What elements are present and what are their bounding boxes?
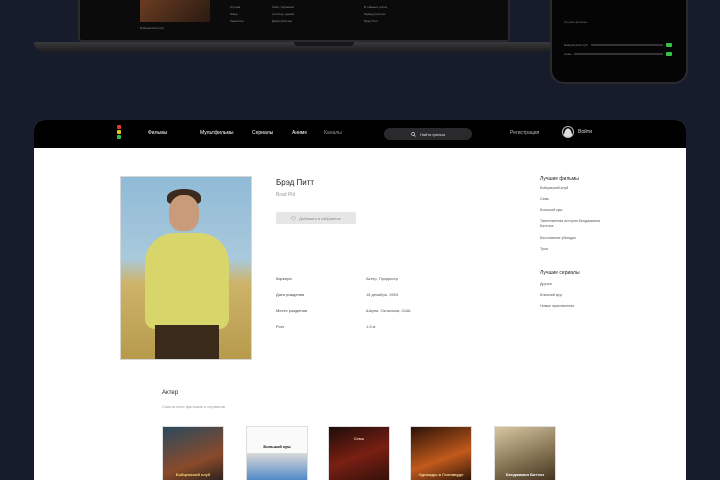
photo-shirt bbox=[145, 233, 229, 329]
best-series-link[interactable]: Новые приключения bbox=[540, 304, 610, 309]
phone-preview-row-label: Бойцовский клуб bbox=[564, 43, 588, 47]
phone-preview-row-bar bbox=[590, 44, 663, 46]
phone-preview-row-chip bbox=[666, 43, 672, 47]
phone-preview-row: Бойцовский клуб bbox=[564, 42, 672, 48]
logo-red-block bbox=[117, 125, 121, 129]
logo-yellow-block bbox=[117, 130, 121, 134]
laptop-preview-poster bbox=[140, 0, 210, 22]
film-poster[interactable]: Бенджамин Баттон bbox=[494, 426, 556, 480]
phone-preview-title: Лучшие фильмы bbox=[564, 20, 588, 24]
film-poster-title: Большой куш bbox=[263, 444, 291, 449]
best-series-link[interactable]: Друзья bbox=[540, 282, 610, 287]
main-window: Фильмы Мультфильмы Сериалы Аниме Каналы … bbox=[34, 120, 686, 480]
film-poster[interactable]: Большой куш bbox=[246, 426, 308, 480]
logo-green-block bbox=[117, 135, 121, 139]
best-film-link[interactable]: Семь bbox=[540, 197, 610, 202]
best-film-link[interactable]: Бесславные ублюдки bbox=[540, 236, 610, 241]
user-icon bbox=[562, 126, 574, 138]
laptop-preview-text: Жанр bbox=[230, 12, 238, 16]
detail-value: Шауни, Оклахома, США bbox=[366, 308, 411, 313]
best-series-title: Лучшие сериалы bbox=[540, 270, 580, 276]
photo-pants bbox=[155, 325, 219, 359]
nav-item-series[interactable]: Сериалы bbox=[252, 130, 273, 136]
best-film-link[interactable]: Бойцовский клуб bbox=[540, 186, 610, 191]
laptop-preview-col: В главных ролях Эдвард Нортон Брэд Питт bbox=[364, 4, 387, 25]
laptop-preview-text: Страна bbox=[230, 5, 241, 9]
filmography-subtitle: Список всех фильмов и сериалов bbox=[162, 404, 225, 409]
film-poster[interactable]: Бойцовский клуб bbox=[162, 426, 224, 480]
nav-item-anime[interactable]: Аниме bbox=[292, 130, 307, 136]
best-films-title: Лучшие фильмы bbox=[540, 176, 579, 182]
detail-label: Дата рождения bbox=[276, 292, 305, 297]
login-label: Войти bbox=[578, 129, 592, 135]
actor-photo bbox=[120, 176, 252, 360]
actor-name-en: Brad Pitt bbox=[276, 192, 296, 198]
film-poster[interactable]: Однажды в Голливуде bbox=[410, 426, 472, 480]
detail-value: 1.8 м bbox=[366, 324, 376, 329]
detail-label: Карьера bbox=[276, 276, 292, 281]
laptop-preview-text: Дэвид Финчер bbox=[272, 19, 292, 23]
laptop-preview-text: Брэд Питт bbox=[364, 19, 379, 23]
laptop-preview-caption: Бойцовский клуб bbox=[140, 26, 164, 30]
laptop-preview-text: Режиссёр bbox=[230, 19, 244, 23]
phone-preview-row-bar bbox=[574, 53, 663, 55]
laptop-preview-col: США, Германия триллер, драма Дэвид Финче… bbox=[272, 4, 294, 25]
detail-label: Место рождения bbox=[276, 308, 307, 313]
heart-icon bbox=[291, 216, 296, 221]
nav-item-channels[interactable]: Каналы bbox=[324, 130, 342, 136]
phone-preview-row-chip bbox=[666, 52, 672, 56]
best-film-link[interactable]: Троя bbox=[540, 247, 610, 252]
login-button[interactable]: Войти bbox=[562, 126, 592, 138]
search-label: Найти фильм bbox=[419, 131, 446, 137]
search-button[interactable]: Найти фильм bbox=[384, 128, 472, 140]
detail-value: Актер, Продюсер bbox=[366, 276, 398, 281]
film-poster-title: Бенджамин Баттон bbox=[506, 472, 544, 477]
laptop-base bbox=[34, 42, 554, 52]
phone-preview-row: Семь bbox=[564, 51, 672, 57]
laptop-preview-text: В главных ролях bbox=[364, 5, 388, 9]
laptop-preview-col: Страна Жанр Режиссёр bbox=[230, 4, 244, 25]
laptop-preview-text: США, Германия bbox=[272, 5, 295, 9]
search-icon bbox=[411, 131, 416, 137]
signup-link[interactable]: Регистрация bbox=[510, 130, 539, 136]
film-poster-title: Бойцовский клуб bbox=[175, 472, 211, 477]
nav-item-films[interactable]: Фильмы bbox=[148, 130, 167, 136]
laptop-preview-text: триллер, драма bbox=[272, 12, 295, 16]
best-film-link[interactable]: Большой куш bbox=[540, 208, 610, 213]
detail-label: Рост bbox=[276, 324, 285, 329]
filmography-title: Актер bbox=[162, 390, 179, 396]
film-poster[interactable]: Семь bbox=[328, 426, 390, 480]
logo[interactable] bbox=[116, 124, 122, 144]
film-poster-title: Семь bbox=[353, 436, 365, 441]
actor-name: Брэд Питт bbox=[276, 178, 315, 187]
best-series-link[interactable]: Ближний круг bbox=[540, 293, 610, 298]
add-to-favorites-button[interactable]: Добавить в избранное bbox=[276, 212, 356, 224]
add-to-favorites-label: Добавить в избранное bbox=[299, 215, 341, 221]
laptop-notch bbox=[294, 42, 354, 46]
phone-preview: Лучшие фильмы Бойцовский клуб Семь bbox=[550, 0, 688, 84]
laptop-preview-text: Эдвард Нортон bbox=[364, 12, 386, 16]
film-poster-title: Однажды в Голливуде bbox=[418, 472, 464, 477]
nav-item-cartoons[interactable]: Мультфильмы bbox=[200, 130, 234, 136]
photo-head bbox=[169, 195, 199, 231]
best-film-link[interactable]: Таинственная история Бенджамина Баттона bbox=[540, 219, 610, 229]
navbar: Фильмы Мультфильмы Сериалы Аниме Каналы … bbox=[34, 120, 686, 148]
detail-value: 18 декабря, 1963 bbox=[366, 292, 398, 297]
laptop-preview: Бойцовский клуб Страна Жанр Режиссёр США… bbox=[78, 0, 510, 42]
phone-preview-row-label: Семь bbox=[564, 52, 572, 56]
